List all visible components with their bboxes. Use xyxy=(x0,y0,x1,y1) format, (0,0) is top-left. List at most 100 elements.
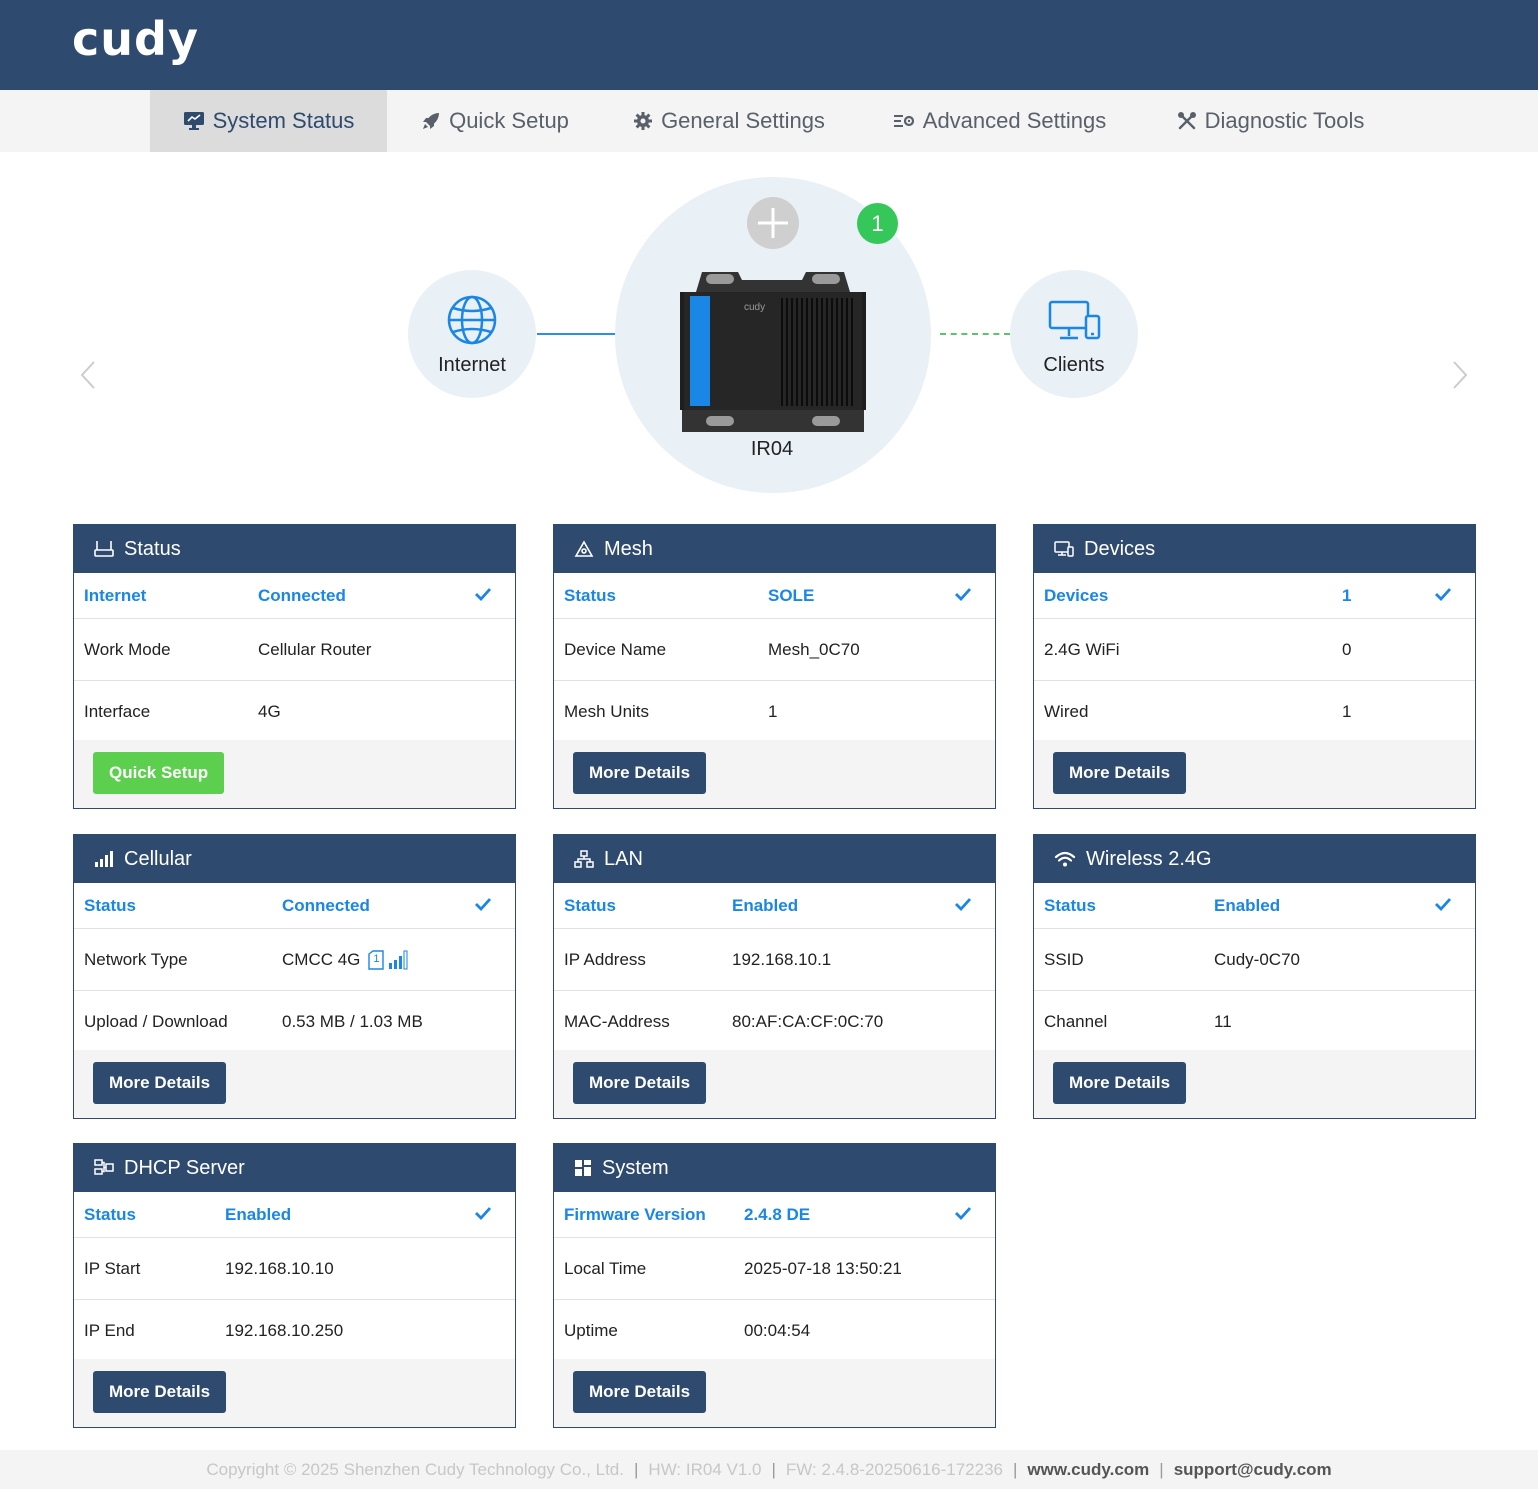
card-header: DHCP Server xyxy=(74,1144,515,1192)
row-value: 00:04:54 xyxy=(744,1320,811,1340)
row-value: 80:AF:CA:CF:0C:70 xyxy=(732,1011,884,1031)
sim-slot-number: 1 xyxy=(373,952,380,965)
card-footer: Quick Setup xyxy=(74,740,515,808)
card-title: Wireless 2.4G xyxy=(1086,847,1212,870)
internet-node[interactable]: Internet xyxy=(408,270,536,398)
row-value: CMCC 4G 1 xyxy=(282,950,408,970)
row-key: Uptime xyxy=(564,1320,618,1340)
row-key: Interface xyxy=(84,701,151,721)
info-row: Uptime 00:04:54 xyxy=(554,1300,995,1362)
row-key: Device Name xyxy=(564,639,667,659)
row-value: 2.4.8 DE xyxy=(744,1204,811,1224)
card-header: Mesh xyxy=(554,525,995,573)
wireless-card: Wireless 2.4G Status Enabled SSID Cudy-0… xyxy=(1033,834,1476,1119)
dhcp-more-details-button[interactable]: More Details xyxy=(93,1371,227,1413)
nav-label: System Status xyxy=(212,108,355,133)
router-brand-text: cudy xyxy=(744,302,766,313)
router-icon xyxy=(94,540,114,558)
clients-node[interactable]: Clients xyxy=(1010,270,1138,398)
support-email-link[interactable]: support@cudy.com xyxy=(1174,1460,1332,1480)
row-value: 0 xyxy=(1342,639,1352,659)
card-title: Status xyxy=(124,537,181,560)
network-type-text: CMCC 4G xyxy=(282,949,361,969)
next-arrow[interactable] xyxy=(1450,360,1470,395)
info-row: Work Mode Cellular Router xyxy=(74,619,515,681)
row-key: Network Type xyxy=(84,949,188,969)
card-footer: More Details xyxy=(554,740,995,808)
info-row: Status SOLE xyxy=(554,573,995,619)
nav-quick-setup[interactable]: Quick Setup xyxy=(400,90,590,152)
website-link[interactable]: www.cudy.com xyxy=(1027,1460,1149,1480)
sim-card-icon: 1 xyxy=(368,949,385,970)
footer-separator: | xyxy=(1159,1459,1164,1479)
cellular-more-details-button[interactable]: More Details xyxy=(93,1062,227,1104)
card-header: Status xyxy=(74,525,515,573)
row-value: 1 xyxy=(1342,585,1352,605)
nav-advanced-settings[interactable]: Advanced Settings xyxy=(872,90,1127,152)
row-key: MAC-Address xyxy=(564,1011,670,1031)
card-header: Cellular xyxy=(74,835,515,883)
info-row: Status Connected xyxy=(74,883,515,929)
wireless-more-details-button[interactable]: More Details xyxy=(1053,1062,1187,1104)
devices-icon xyxy=(1048,300,1102,349)
row-key: Devices xyxy=(1044,585,1109,605)
nav-label: Diagnostic Tools xyxy=(1204,108,1365,133)
nav-general-settings[interactable]: General Settings xyxy=(615,90,843,152)
dashboard-icon xyxy=(574,1159,592,1177)
cudy-logo[interactable]: cudy xyxy=(72,12,199,66)
row-key: Mesh Units xyxy=(564,701,650,721)
router-device-image[interactable]: cudy xyxy=(680,270,866,439)
wifi-icon xyxy=(1054,850,1076,868)
card-title: DHCP Server xyxy=(124,1156,245,1179)
nav-label: Advanced Settings xyxy=(922,108,1107,133)
quick-setup-button[interactable]: Quick Setup xyxy=(93,752,225,794)
devices-card: Devices Devices 1 2.4G WiFi 0 Wired 1 Mo… xyxy=(1033,524,1476,809)
card-title: Cellular xyxy=(124,847,192,870)
cellular-signal-icon xyxy=(388,950,408,970)
row-key: IP Address xyxy=(564,949,646,969)
mesh-card: Mesh Status SOLE Device Name Mesh_0C70 M… xyxy=(553,524,996,809)
devices-more-details-button[interactable]: More Details xyxy=(1053,752,1187,794)
check-icon xyxy=(1435,586,1452,606)
card-header: Devices xyxy=(1034,525,1475,573)
advanced-settings-icon xyxy=(893,112,915,130)
nav-diagnostic-tools[interactable]: Diagnostic Tools xyxy=(1158,90,1383,152)
row-value: Cellular Router xyxy=(258,639,372,659)
row-value: Enabled xyxy=(732,895,799,915)
row-key: Wired xyxy=(1044,701,1089,721)
info-row: IP Address 192.168.10.1 xyxy=(554,929,995,991)
info-row: Channel 11 xyxy=(1034,991,1475,1053)
row-value: 192.168.10.250 xyxy=(225,1320,344,1340)
main-nav: System Status Quick Setup General Settin… xyxy=(0,90,1538,152)
prev-arrow[interactable] xyxy=(78,360,98,395)
check-icon xyxy=(1435,896,1452,916)
nav-system-status[interactable]: System Status xyxy=(150,90,387,152)
gear-icon xyxy=(633,111,653,131)
system-more-details-button[interactable]: More Details xyxy=(573,1371,707,1413)
devices-icon xyxy=(1054,541,1074,557)
signal-bars-icon xyxy=(94,850,114,868)
row-value: Cudy-0C70 xyxy=(1214,949,1300,969)
info-row: SSID Cudy-0C70 xyxy=(1034,929,1475,991)
nav-label: General Settings xyxy=(661,108,825,133)
tools-icon xyxy=(1177,111,1197,131)
row-value: 1 xyxy=(768,701,778,721)
info-row: Status Enabled xyxy=(1034,883,1475,929)
info-row: Mesh Units 1 xyxy=(554,681,995,743)
info-row: Network Type CMCC 4G 1 xyxy=(74,929,515,991)
card-header: LAN xyxy=(554,835,995,883)
system-card: System Firmware Version 2.4.8 DE Local T… xyxy=(553,1143,996,1428)
row-key: Work Mode xyxy=(84,639,171,659)
lan-network-icon xyxy=(574,850,594,868)
info-row: Status Enabled xyxy=(74,1192,515,1238)
globe-icon xyxy=(446,294,498,351)
page-footer: Copyright © 2025 Shenzhen Cudy Technolog… xyxy=(0,1450,1538,1489)
info-row: Local Time 2025-07-18 13:50:21 xyxy=(554,1238,995,1300)
row-value: Enabled xyxy=(1214,895,1281,915)
info-row: Device Name Mesh_0C70 xyxy=(554,619,995,681)
internet-link-line xyxy=(537,333,616,335)
lan-more-details-button[interactable]: More Details xyxy=(573,1062,707,1104)
mesh-more-details-button[interactable]: More Details xyxy=(573,752,707,794)
add-mesh-button[interactable] xyxy=(747,197,799,249)
hardware-version: HW: IR04 V1.0 xyxy=(648,1459,762,1479)
